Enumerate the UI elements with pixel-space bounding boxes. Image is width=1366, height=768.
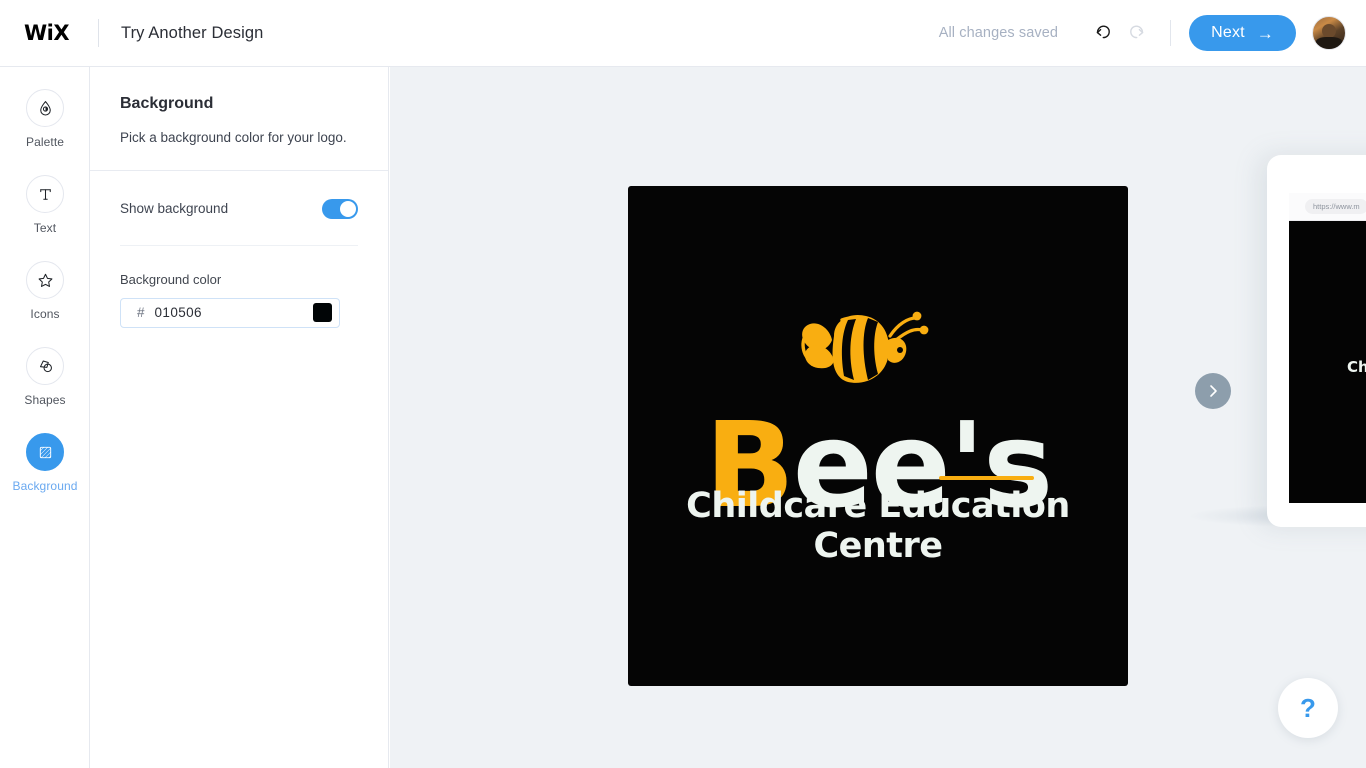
toggle-knob: [340, 200, 356, 217]
redo-arrow-icon: [1130, 25, 1144, 39]
color-swatch[interactable]: [313, 303, 332, 323]
hex-value[interactable]: 010506: [155, 305, 313, 320]
arrow-right-icon: →: [1256, 23, 1274, 43]
background-icon-wrap: [26, 433, 64, 471]
chevron-right-icon: [1210, 385, 1217, 397]
redo-button[interactable]: [1120, 16, 1154, 50]
device-url-bar: https://www.m: [1289, 193, 1366, 221]
sidebar-item-palette[interactable]: Palette: [0, 89, 90, 149]
sidebar-item-label: Text: [33, 221, 57, 235]
background-color-field: Background color # 010506: [120, 246, 358, 328]
shapes-icon: [39, 359, 52, 372]
top-bar: WiX Try Another Design All changes saved…: [0, 0, 1366, 67]
panel-header: Background Pick a background color for y…: [90, 67, 388, 171]
icons-icon-wrap: [26, 261, 64, 299]
star-icon: [38, 273, 52, 287]
preview-canvas: Bee's Childcare Education Centre https:/…: [390, 67, 1366, 768]
show-background-toggle[interactable]: [322, 198, 358, 219]
droplet-icon: [39, 100, 51, 115]
next-button[interactable]: Next →: [1189, 15, 1296, 51]
left-rail: Palette Text Icons Shapes Background: [0, 67, 90, 768]
shapes-icon-wrap: [26, 347, 64, 385]
background-panel: Background Pick a background color for y…: [90, 67, 389, 768]
show-background-label: Show background: [120, 201, 229, 217]
action-divider: [1170, 20, 1172, 46]
text-icon-wrap: [26, 175, 64, 213]
sidebar-item-label: Palette: [25, 135, 65, 149]
background-color-input[interactable]: # 010506: [120, 297, 340, 328]
sidebar-item-label: Icons: [30, 307, 60, 321]
sidebar-item-label: Background: [12, 479, 78, 493]
logo-underline: [939, 476, 1034, 480]
logo-tagline: Childcare Education Centre: [686, 486, 1070, 566]
undo-arrow-icon: [1096, 25, 1110, 39]
logo-preview-card[interactable]: Bee's Childcare Education Centre: [628, 186, 1128, 686]
save-status: All changes saved: [938, 25, 1059, 41]
avatar[interactable]: [1312, 16, 1346, 50]
background-color-label: Background color: [120, 271, 222, 287]
device-mockup: https://www.m Chi: [1267, 155, 1366, 527]
panel-body: Show background Background color # 01050…: [90, 171, 388, 328]
device-url-text: https://www.m: [1305, 199, 1366, 214]
help-button[interactable]: ?: [1278, 678, 1338, 738]
sidebar-item-icons[interactable]: Icons: [0, 261, 90, 321]
sidebar-item-shapes[interactable]: Shapes: [0, 347, 90, 407]
panel-subtitle: Pick a background color for your logo.: [120, 130, 347, 145]
page-title: Try Another Design: [121, 23, 264, 42]
sidebar-item-label: Shapes: [24, 393, 66, 407]
show-background-row: Show background: [120, 198, 358, 246]
palette-icon-wrap: [26, 89, 64, 127]
text-t-icon: [39, 188, 51, 200]
background-hatch-icon: [39, 446, 51, 458]
sidebar-item-text[interactable]: Text: [0, 175, 90, 235]
header-divider: [98, 19, 99, 47]
panel-title: Background: [120, 95, 214, 112]
device-screen: https://www.m Chi: [1289, 193, 1366, 503]
logo-artwork: Bee's Childcare Education Centre: [628, 186, 1128, 686]
next-button-label: Next: [1211, 24, 1245, 41]
hash-symbol: #: [137, 305, 145, 321]
svg-text:WiX: WiX: [24, 22, 69, 44]
wix-logo[interactable]: WiX: [24, 22, 72, 44]
top-bar-actions: All changes saved Next →: [939, 15, 1366, 51]
carousel-next-button[interactable]: [1195, 373, 1231, 409]
device-preview-text: Chi: [1347, 358, 1366, 376]
sidebar-item-background[interactable]: Background: [0, 433, 90, 493]
undo-button[interactable]: [1086, 16, 1120, 50]
device-content: Chi: [1289, 221, 1366, 503]
